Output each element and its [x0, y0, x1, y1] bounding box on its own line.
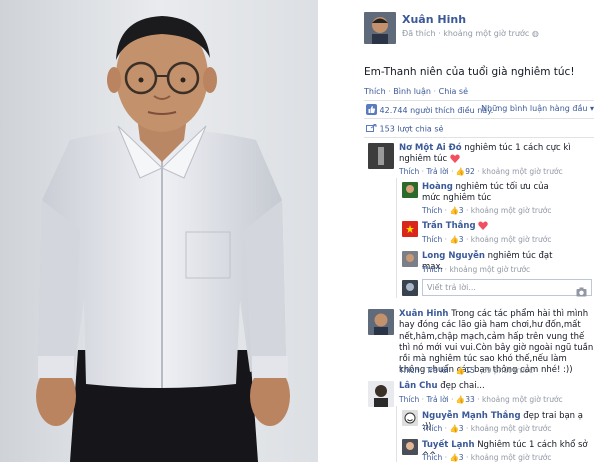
- comment-body: Lân Chu đẹp chai...: [399, 381, 594, 392]
- commenter-name[interactable]: Hoàng: [422, 182, 453, 192]
- author-name-link[interactable]: Xuân Hinh: [402, 13, 466, 26]
- commenter-avatar[interactable]: [402, 221, 418, 237]
- author-name[interactable]: Xuân Hinh: [402, 13, 466, 26]
- comment-body: Trần Thắng: [422, 221, 562, 232]
- comment-meta: Thích · khoảng một giờ trước: [422, 265, 531, 274]
- comment-time[interactable]: khoảng một giờ trước: [449, 265, 530, 274]
- post-meta: Đã thích · khoảng một giờ trước ◍: [402, 29, 539, 38]
- comment-meta: Thích · Trả lời · 👍33 · khoảng một giờ t…: [399, 395, 563, 404]
- divider: [364, 118, 594, 119]
- comment-meta: Thích · 👍3 · khoảng một giờ trước: [422, 206, 552, 215]
- comment-like-count[interactable]: 15: [465, 366, 475, 375]
- comment-time[interactable]: khoảng một giờ trước: [482, 167, 563, 176]
- shares-row: 153 lượt chia sẻ: [366, 123, 443, 135]
- post-action: Đã thích: [402, 29, 436, 38]
- commenter-name[interactable]: Nguyễn Mạnh Thắng: [422, 411, 521, 421]
- comment-like-link[interactable]: Thích: [422, 206, 442, 215]
- comment-like-link[interactable]: Thích: [399, 167, 419, 176]
- comments-panel: Xuân Hinh Đã thích · khoảng một giờ trướ…: [318, 0, 600, 462]
- thumbs-up-small-icon: 👍: [449, 453, 459, 462]
- commenter-avatar[interactable]: [402, 439, 418, 455]
- reply-input[interactable]: Viết trả lời...: [422, 279, 592, 297]
- likes-row: 42.744 người thích điều này.: [366, 104, 493, 117]
- share-link[interactable]: Chia sẻ: [439, 87, 468, 96]
- comment-like-count[interactable]: 3: [459, 424, 464, 433]
- comment-like-link[interactable]: Thích: [422, 235, 442, 244]
- comment-text: đẹp chai...: [440, 381, 485, 391]
- comment-link[interactable]: Bình luận: [393, 87, 431, 96]
- reply-thread-line: [396, 178, 397, 298]
- comment-like-link[interactable]: Thích: [399, 395, 419, 404]
- thumbs-up-icon: [366, 104, 377, 117]
- sort-dropdown[interactable]: Những bình luận hàng đầu ▾: [481, 104, 594, 113]
- thumbs-up-small-icon: 👍: [449, 424, 459, 433]
- thumbs-up-small-icon: 👍: [455, 395, 466, 404]
- comment-like-count[interactable]: 33: [465, 395, 475, 404]
- commenter-name[interactable]: Long Nguyễn: [422, 251, 485, 261]
- commenter-name[interactable]: Xuân Hinh: [399, 309, 448, 319]
- comment-like-count[interactable]: 92: [465, 167, 475, 176]
- likes-count[interactable]: 42.744 người thích điều này.: [380, 106, 494, 115]
- divider: [364, 137, 594, 138]
- globe-icon: ◍: [531, 29, 539, 38]
- comment-time[interactable]: khoảng một giờ trước: [471, 235, 552, 244]
- comment-reply-link[interactable]: Trả lời: [426, 366, 448, 375]
- comment-body: Nơ Một Ai Đó nghiêm túc 1 cách cực kì ng…: [399, 143, 594, 165]
- comment-time[interactable]: 39 phút trước: [482, 366, 533, 375]
- comment-meta: Thích · 👍3 · khoảng một giờ trước: [422, 453, 552, 462]
- reply-thread-line: [396, 406, 397, 462]
- caret-down-icon: ▾: [589, 104, 594, 113]
- thumbs-up-small-icon: 👍: [449, 206, 459, 215]
- comment-time[interactable]: khoảng một giờ trước: [471, 206, 552, 215]
- comment-body: Hoàng nghiêm túc tối ưu của mức nghiêm t…: [422, 182, 562, 204]
- reply-placeholder: Viết trả lời...: [427, 283, 476, 292]
- camera-icon[interactable]: [576, 282, 587, 301]
- commenter-name[interactable]: Lân Chu: [399, 381, 438, 391]
- commenter-avatar[interactable]: [402, 251, 418, 267]
- dot-separator: ·: [438, 29, 441, 38]
- thumbs-up-small-icon: 👍: [455, 167, 466, 176]
- photo-viewer: Xuân Hinh Đã thích · khoảng một giờ trướ…: [0, 0, 600, 462]
- comment-reply-link[interactable]: Trả lời: [426, 167, 448, 176]
- commenter-avatar[interactable]: [368, 381, 394, 407]
- share-icon: [366, 123, 377, 135]
- comment-like-count[interactable]: 3: [459, 235, 464, 244]
- commenter-name[interactable]: Trần Thắng: [422, 221, 476, 231]
- heart-icon: [478, 221, 488, 231]
- comment-meta: Thích · Trả lời · 👍15 · 39 phút trước: [399, 366, 533, 375]
- comment-like-link[interactable]: Thích: [422, 453, 442, 462]
- comment-time[interactable]: khoảng một giờ trước: [471, 453, 552, 462]
- comment-like-count[interactable]: 3: [459, 206, 464, 215]
- heart-icon: [450, 154, 460, 164]
- sort-label: Những bình luận hàng đầu: [481, 104, 588, 113]
- thumbs-up-small-icon: 👍: [449, 235, 459, 244]
- comment-like-count[interactable]: 3: [459, 453, 464, 462]
- comment-meta: Thích · 👍3 · khoảng một giờ trước: [422, 235, 552, 244]
- commenter-avatar[interactable]: [402, 410, 418, 426]
- photo-image: [0, 0, 318, 462]
- my-avatar: [402, 280, 418, 296]
- commenter-avatar[interactable]: [402, 182, 418, 198]
- post-time[interactable]: khoảng một giờ trước: [443, 29, 529, 38]
- comment-like-link[interactable]: Thích: [422, 265, 442, 274]
- author-avatar[interactable]: [364, 12, 396, 44]
- commenter-name[interactable]: Tuyết Lạnh: [422, 440, 475, 450]
- comment-time[interactable]: khoảng một giờ trước: [471, 424, 552, 433]
- comment-like-link[interactable]: Thích: [422, 424, 442, 433]
- comment-meta: Thích · Trả lời · 👍92 · khoảng một giờ t…: [399, 167, 563, 176]
- post-text: Em-Thanh niên của tuổi già nghiêm túc!: [364, 66, 575, 78]
- post-actions: Thích · Bình luận · Chia sẻ: [364, 87, 469, 96]
- divider: [364, 100, 594, 101]
- comment-time[interactable]: khoảng một giờ trước: [482, 395, 563, 404]
- comment-reply-link[interactable]: Trả lời: [426, 395, 448, 404]
- like-link[interactable]: Thích: [364, 87, 386, 96]
- comment-like-link[interactable]: Thích: [399, 366, 419, 375]
- thumbs-up-small-icon: 👍: [455, 366, 466, 375]
- shares-count[interactable]: 153 lượt chia sẻ: [380, 125, 444, 134]
- photo[interactable]: [0, 0, 318, 462]
- commenter-avatar[interactable]: [368, 143, 394, 169]
- comment-meta: Thích · 👍3 · khoảng một giờ trước: [422, 424, 552, 433]
- commenter-name[interactable]: Nơ Một Ai Đó: [399, 143, 462, 153]
- commenter-avatar[interactable]: [368, 309, 394, 335]
